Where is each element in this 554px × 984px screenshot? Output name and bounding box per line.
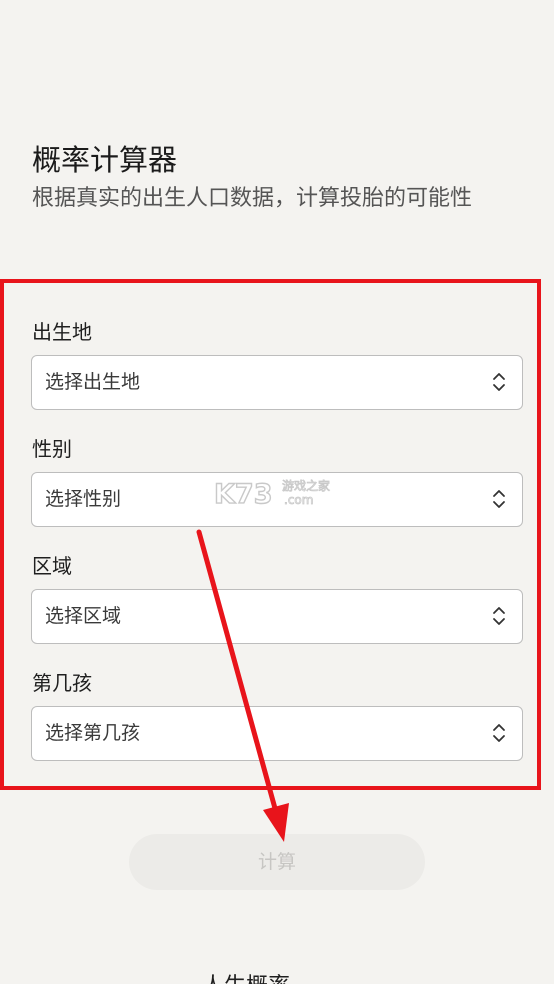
gender-select-value: 选择性别 — [45, 488, 122, 510]
gender-select[interactable]: 选择性别 — [31, 472, 523, 527]
birthplace-label: 出生地 — [32, 320, 92, 344]
birth-order-select-value: 选择第几孩 — [45, 722, 141, 744]
footer-partial-text: 人生概率 — [202, 972, 290, 984]
page-subtitle: 根据真实的出生人口数据，计算投胎的可能性 — [32, 186, 473, 211]
calculate-button[interactable]: 计算 — [129, 834, 425, 890]
chevron-up-down-icon — [493, 724, 505, 742]
region-select[interactable]: 选择区域 — [31, 589, 523, 644]
gender-label: 性别 — [32, 437, 72, 461]
chevron-up-down-icon — [493, 607, 505, 625]
birth-order-select[interactable]: 选择第几孩 — [31, 706, 523, 761]
chevron-up-down-icon — [493, 373, 505, 391]
region-select-value: 选择区域 — [45, 605, 122, 627]
birth-order-label: 第几孩 — [32, 671, 92, 695]
birthplace-select-value: 选择出生地 — [45, 371, 141, 393]
calculator-page: 概率计算器 根据真实的出生人口数据，计算投胎的可能性 出生地 选择出生地 性别 … — [0, 0, 554, 984]
birthplace-select[interactable]: 选择出生地 — [31, 355, 523, 410]
region-label: 区域 — [32, 554, 72, 578]
chevron-up-down-icon — [493, 490, 505, 508]
page-title: 概率计算器 — [32, 143, 178, 177]
